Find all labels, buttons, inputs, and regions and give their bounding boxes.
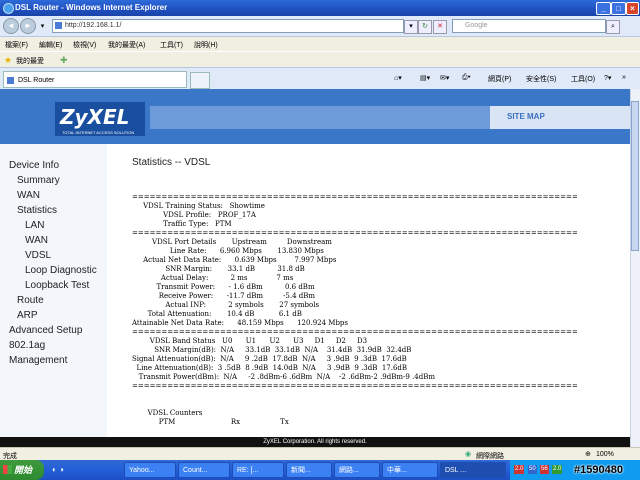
logo-tagline: TOTAL INTERNET ACCESS SOLUTION <box>62 130 135 135</box>
print-icon[interactable]: ⎙▾ <box>462 74 471 82</box>
add-favorite-icon[interactable]: ✚ <box>60 55 68 66</box>
safety-menu[interactable]: 安全性(S) <box>526 74 556 84</box>
sidebar-item-vdsl[interactable]: VDSL <box>25 250 51 261</box>
tab-bar: DSL Router ⌂▾ ▤▾ ✉▾ ⎙▾ 網頁(P) 安全性(S) 工具(O… <box>0 67 640 90</box>
windows-flag-icon <box>3 465 12 474</box>
taskbar: 開始 ◐ ◑ Yahoo... Count... RE: [... 新聞... … <box>0 460 640 480</box>
tools-menu[interactable]: 工具(O) <box>571 74 595 84</box>
address-input[interactable]: http://192.168.1.1/ <box>52 19 404 33</box>
tray-badge-3[interactable]: 56 <box>540 465 549 474</box>
go-dropdown-icon[interactable]: ▾ <box>404 20 418 34</box>
start-label: 開始 <box>14 465 33 475</box>
vdsl-statistics-text: ========================================… <box>132 193 578 426</box>
watermark: #1590480 <box>574 464 623 476</box>
sidebar-item-route[interactable]: Route <box>17 295 44 306</box>
router-header: ZyXEL TOTAL INTERNET ACCESS SOLUTION SIT… <box>0 89 630 144</box>
zyxel-logo: ZyXEL <box>60 105 130 129</box>
feeds-icon[interactable]: ▤▾ <box>420 74 430 82</box>
menu-favorites[interactable]: 我的最愛(A) <box>108 40 145 50</box>
site-map-link[interactable]: SITE MAP <box>507 112 545 121</box>
back-button[interactable]: ◄ <box>3 18 19 34</box>
close-button[interactable]: × <box>626 2 639 15</box>
sidebar-item-device-info[interactable]: Device Info <box>9 160 59 171</box>
sidebar-item-wan-info[interactable]: WAN <box>17 190 40 201</box>
address-row: ◄ ► ▾ http://192.168.1.1/ ▾ ↻ ✕ Google ⌕ <box>0 16 640 37</box>
home-icon[interactable]: ⌂▾ <box>394 74 402 82</box>
sidebar-item-arp[interactable]: ARP <box>17 310 38 321</box>
sidebar-item-summary[interactable]: Summary <box>17 175 60 186</box>
quicklaunch-icons[interactable]: ◐ ◑ <box>52 465 64 474</box>
task-dsl-router[interactable]: DSL ... <box>440 462 506 478</box>
refresh-icon[interactable]: ↻ <box>418 20 432 34</box>
task-chunghwa[interactable]: 中華... <box>382 462 438 478</box>
tab-page-icon <box>7 77 14 84</box>
page-content: ZyXEL TOTAL INTERNET ACCESS SOLUTION SIT… <box>0 89 640 447</box>
nav-dropdown-icon[interactable]: ▾ <box>38 21 47 33</box>
search-input[interactable]: Google <box>452 19 606 33</box>
help-icon[interactable]: ?▾ <box>604 74 611 82</box>
copyright-footer: ZyXEL Corporation. All rights reserved. <box>0 437 630 447</box>
zoom-level[interactable]: 100% <box>596 451 614 458</box>
task-re[interactable]: RE: [... <box>232 462 284 478</box>
sidebar-item-advanced-setup[interactable]: Advanced Setup <box>9 325 82 336</box>
page-title: Statistics -- VDSL <box>132 157 211 168</box>
maximize-button[interactable]: □ <box>611 2 626 15</box>
tray-badge-1[interactable]: 2.0 <box>514 465 525 474</box>
window-titlebar: DSL Router - Windows Internet Explorer _… <box>0 0 640 16</box>
task-network[interactable]: 網路... <box>334 462 380 478</box>
favorites-star-icon[interactable]: ★ <box>4 55 12 66</box>
scrollbar-thumb[interactable] <box>631 101 639 251</box>
sidebar-item-management[interactable]: Management <box>9 355 67 366</box>
menu-view[interactable]: 檢視(V) <box>73 40 96 50</box>
new-tab-button[interactable] <box>190 72 210 89</box>
favorites-label[interactable]: 我的最愛 <box>16 56 44 66</box>
page-menu[interactable]: 網頁(P) <box>488 74 511 84</box>
address-url: http://192.168.1.1/ <box>65 22 122 29</box>
menu-edit[interactable]: 編輯(E) <box>39 40 62 50</box>
task-news[interactable]: 新聞... <box>286 462 332 478</box>
ie-icon <box>3 3 14 14</box>
menu-help[interactable]: 說明(H) <box>194 40 218 50</box>
minimize-button[interactable]: _ <box>596 2 611 15</box>
forward-button[interactable]: ► <box>20 18 36 34</box>
sidebar-nav: Device Info Summary WAN Statistics LAN W… <box>0 144 107 447</box>
start-button[interactable]: 開始 <box>0 460 44 480</box>
menu-bar: 檔案(F) 編輯(E) 檢視(V) 我的最愛(A) 工具(T) 說明(H) <box>0 37 640 51</box>
status-bar: 完成 ◉ 網際網路 ⊕ 100% <box>0 447 640 461</box>
zoom-icon[interactable]: ⊕ <box>585 450 591 458</box>
research-icon[interactable]: » <box>622 74 626 81</box>
sidebar-item-lan[interactable]: LAN <box>25 220 44 231</box>
stop-icon[interactable]: ✕ <box>433 20 447 34</box>
task-yahoo[interactable]: Yahoo... <box>124 462 176 478</box>
search-placeholder: Google <box>465 22 488 29</box>
sidebar-item-loop-diagnostic[interactable]: Loop Diagnostic <box>25 265 97 276</box>
task-count[interactable]: Count... <box>178 462 230 478</box>
page-icon <box>55 22 62 29</box>
internet-zone-icon: ◉ <box>465 451 472 458</box>
tray-badge-4[interactable]: 2.0 <box>552 465 563 474</box>
menu-file[interactable]: 檔案(F) <box>5 40 28 50</box>
tab-title: DSL Router <box>18 77 55 84</box>
menu-tools[interactable]: 工具(T) <box>160 40 183 50</box>
mail-icon[interactable]: ✉▾ <box>440 74 449 82</box>
sidebar-item-wan-stats[interactable]: WAN <box>25 235 48 246</box>
search-button-icon[interactable]: ⌕ <box>606 20 620 34</box>
tab-dsl-router[interactable]: DSL Router <box>3 71 187 88</box>
sidebar-item-loopback-test[interactable]: Loopback Test <box>25 280 89 291</box>
tray-badge-2[interactable]: 50 <box>528 465 537 474</box>
favorites-bar: ★ 我的最愛 ✚ <box>0 51 640 68</box>
sidebar-item-802-1ag[interactable]: 802.1ag <box>9 340 45 351</box>
sidebar-item-statistics[interactable]: Statistics <box>17 205 57 216</box>
window-title: DSL Router - Windows Internet Explorer <box>15 3 168 12</box>
